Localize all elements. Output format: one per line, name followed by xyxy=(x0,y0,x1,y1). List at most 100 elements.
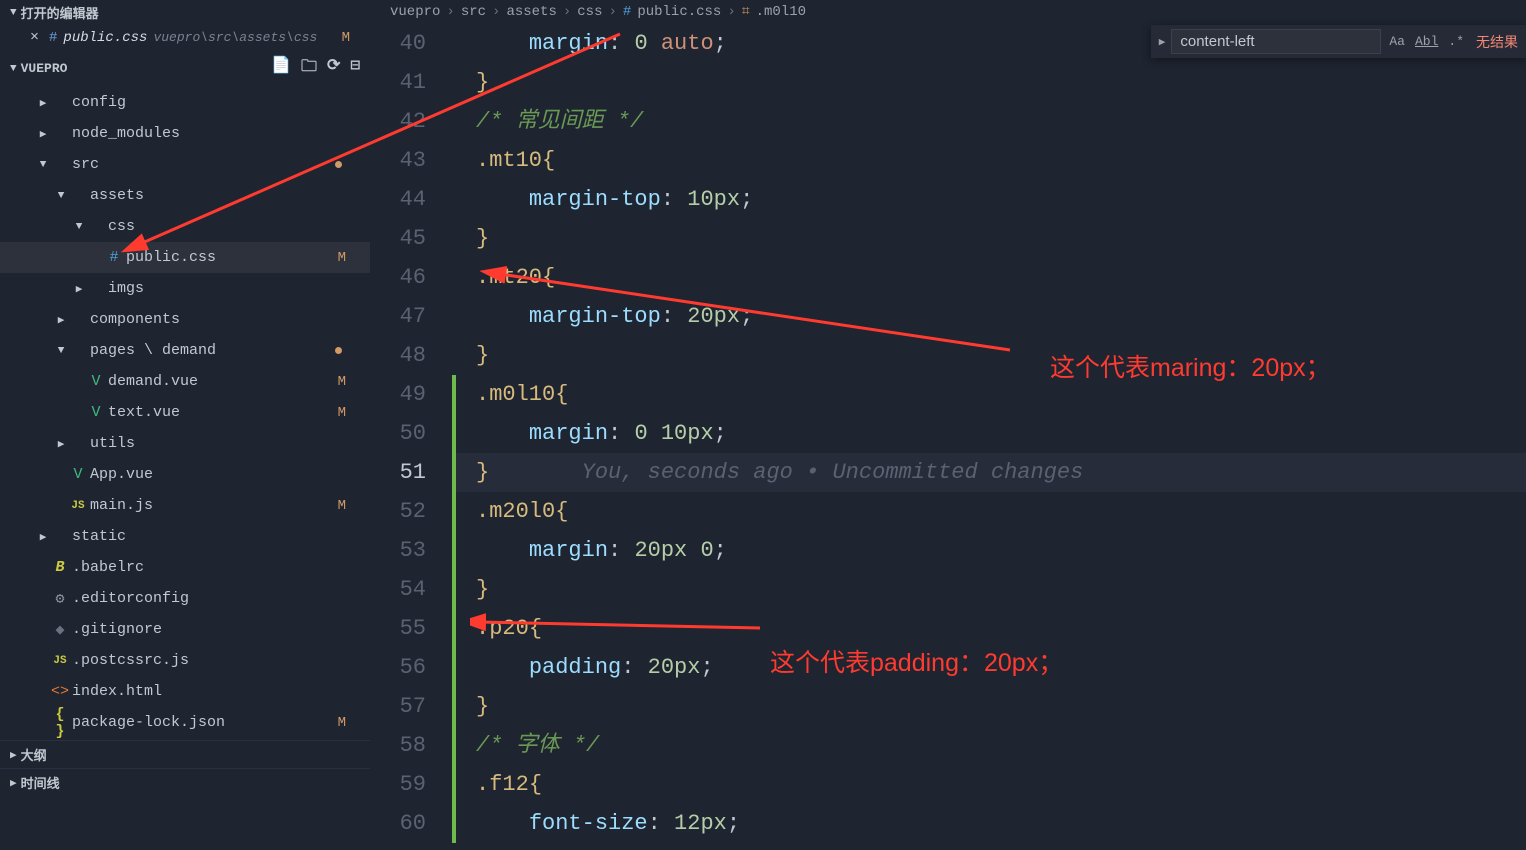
open-file-path: vuepro\src\assets\css xyxy=(153,30,317,45)
tree-item[interactable]: Vtext.vueM xyxy=(0,397,370,428)
tree-item[interactable]: ◆.gitignore xyxy=(0,614,370,645)
explorer-header[interactable]: ▼ VUEPRO 📄 🗀 ⟳ ⊟ xyxy=(0,52,370,85)
find-widget[interactable]: ▶ Aa Abl .* 无结果 xyxy=(1151,25,1526,58)
git-status: M xyxy=(338,498,346,514)
match-case-icon[interactable]: Aa xyxy=(1387,34,1407,49)
tree-label: utils xyxy=(90,435,360,452)
tree-label: demand.vue xyxy=(108,373,338,390)
refresh-icon[interactable]: ⟳ xyxy=(327,55,340,82)
sidebar: ▼ 打开的编辑器 × # public.css vuepro\src\asset… xyxy=(0,0,370,850)
tree-label: .editorconfig xyxy=(72,590,360,607)
regex-icon[interactable]: .* xyxy=(1446,34,1466,49)
outline-section[interactable]: ▶大纲 xyxy=(0,740,370,768)
tree-label: imgs xyxy=(108,280,360,297)
json-icon: { } xyxy=(50,706,70,740)
git-status: M xyxy=(338,715,346,731)
tree-label: .babelrc xyxy=(72,559,360,576)
close-icon[interactable]: × xyxy=(30,29,39,46)
tree-label: .postcssrc.js xyxy=(72,652,360,669)
selector-icon: ⌗ xyxy=(742,4,750,20)
breadcrumbs[interactable]: vuepro› src› assets› css› #public.css› ⌗… xyxy=(370,0,1526,24)
vue-icon: V xyxy=(86,373,106,390)
chevron-right-icon: ▶ xyxy=(36,127,50,141)
project-title: VUEPRO xyxy=(21,61,271,76)
line-gutter: 4041424344454647484950515253545556575859… xyxy=(370,24,452,850)
tree-label: css xyxy=(108,218,360,235)
chevron-down-icon: ▼ xyxy=(10,63,17,75)
open-editor-tab[interactable]: × # public.css vuepro\src\assets\css M xyxy=(0,25,370,52)
main-editor: vuepro› src› assets› css› #public.css› ⌗… xyxy=(370,0,1526,850)
tree-item[interactable]: ▶ utils xyxy=(0,428,370,459)
chevron-right-icon: ▶ xyxy=(10,776,17,790)
tree-label: text.vue xyxy=(108,404,338,421)
chevron-right-icon: ▶ xyxy=(54,313,68,327)
open-editors-header[interactable]: ▼ 打开的编辑器 xyxy=(0,0,370,25)
git-status: M xyxy=(342,30,350,46)
tree-item[interactable]: ▼ css xyxy=(0,211,370,242)
chevron-right-icon[interactable]: ▶ xyxy=(1159,35,1166,49)
tree-label: .gitignore xyxy=(72,621,360,638)
tree-item[interactable]: ▼ src xyxy=(0,149,370,180)
gear-icon: ⚙ xyxy=(50,589,70,608)
tree-item[interactable]: JS.postcssrc.js xyxy=(0,645,370,676)
tree-label: index.html xyxy=(72,683,360,700)
timeline-section[interactable]: ▶时间线 xyxy=(0,768,370,796)
tree-item[interactable]: VApp.vue xyxy=(0,459,370,490)
chevron-down-icon: ▼ xyxy=(54,345,68,357)
tree-label: assets xyxy=(90,187,360,204)
tree-item[interactable]: ⚙.editorconfig xyxy=(0,583,370,614)
chevron-right-icon: ▶ xyxy=(36,530,50,544)
tree-item[interactable]: ▶config xyxy=(0,87,370,118)
tree-label: public.css xyxy=(126,249,338,266)
tree-label: main.js xyxy=(90,497,338,514)
tree-item[interactable]: ▶ components xyxy=(0,304,370,335)
tree-item[interactable]: B.babelrc xyxy=(0,552,370,583)
chevron-down-icon: ▼ xyxy=(36,159,50,171)
chevron-right-icon: ▶ xyxy=(54,437,68,451)
git-icon: ◆ xyxy=(50,620,70,639)
open-editors-title: 打开的编辑器 xyxy=(21,3,99,22)
css-file-icon: # xyxy=(49,30,57,46)
tree-label: static xyxy=(72,528,360,545)
tree-item[interactable]: { }package-lock.jsonM xyxy=(0,707,370,738)
git-status: M xyxy=(338,250,346,266)
tree-item[interactable]: #public.cssM xyxy=(0,242,370,273)
chevron-right-icon: ▶ xyxy=(36,96,50,110)
git-modified-dot xyxy=(335,161,342,168)
css-icon: # xyxy=(104,249,124,266)
tree-label: components xyxy=(90,311,360,328)
chevron-down-icon: ▼ xyxy=(10,7,17,19)
chevron-down-icon: ▼ xyxy=(72,221,86,233)
git-modified-dot xyxy=(335,347,342,354)
tree-item[interactable]: Vdemand.vueM xyxy=(0,366,370,397)
tree-label: node_modules xyxy=(72,125,360,142)
find-input[interactable] xyxy=(1171,29,1381,54)
tree-label: src xyxy=(72,156,335,173)
tree-label: App.vue xyxy=(90,466,360,483)
code-area[interactable]: margin: 0 auto;}/* 常见间距 */.mt10{ margin-… xyxy=(456,24,1526,850)
code-editor[interactable]: 4041424344454647484950515253545556575859… xyxy=(370,24,1526,850)
new-folder-icon[interactable]: 🗀 xyxy=(301,55,317,82)
chevron-right-icon: ▶ xyxy=(10,748,17,762)
tree-item[interactable]: ▼ pages \ demand xyxy=(0,335,370,366)
vue-icon: V xyxy=(86,404,106,421)
file-tree: ▶config▶node_modules▼src▼assets▼css#publ… xyxy=(0,85,370,740)
tree-item[interactable]: ▼assets xyxy=(0,180,370,211)
find-result-count: 无结果 xyxy=(1476,32,1518,52)
js-icon: JS xyxy=(50,655,70,667)
js-icon: JS xyxy=(68,500,88,512)
tree-item[interactable]: ▶ node_modules xyxy=(0,118,370,149)
tree-label: package-lock.json xyxy=(72,714,338,731)
tree-item[interactable]: JSmain.jsM xyxy=(0,490,370,521)
git-status: M xyxy=(338,405,346,421)
tree-item[interactable]: ▶ imgs xyxy=(0,273,370,304)
collapse-icon[interactable]: ⊟ xyxy=(350,55,360,82)
new-file-icon[interactable]: 📄 xyxy=(271,55,291,82)
html-icon: <> xyxy=(50,683,70,700)
match-word-icon[interactable]: Abl xyxy=(1413,34,1440,49)
tree-label: pages \ demand xyxy=(90,342,335,359)
tree-item[interactable]: <>index.html xyxy=(0,676,370,707)
tree-item[interactable]: ▶ static xyxy=(0,521,370,552)
git-status: M xyxy=(338,374,346,390)
chevron-right-icon: ▶ xyxy=(72,282,86,296)
